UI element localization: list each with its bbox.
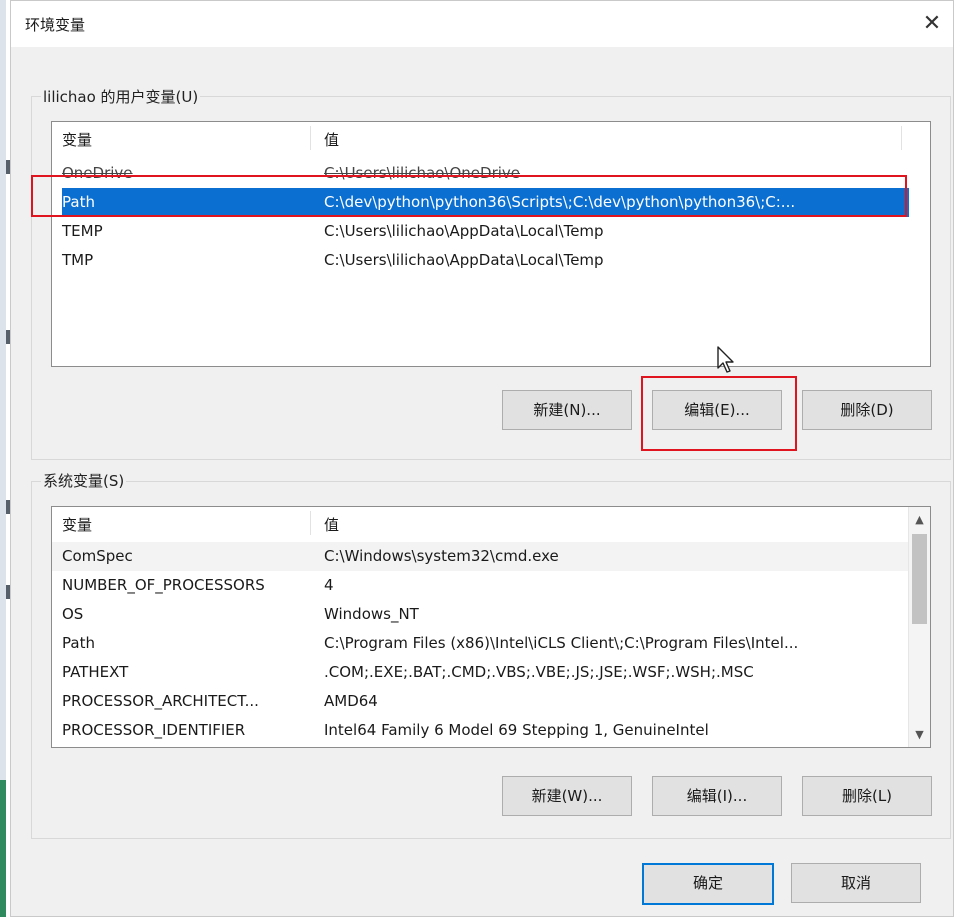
variable-value: 4 [324, 576, 334, 594]
environment-variables-dialog: 环境变量 ✕ lilichao 的用户变量(U) 变量 值 OneDrive C… [10, 0, 954, 917]
variable-name: OS [62, 605, 84, 623]
variable-value: C:\Windows\system32\cmd.exe [324, 547, 559, 565]
variable-name: PROCESSOR_IDENTIFIER [62, 721, 246, 739]
close-icon[interactable]: ✕ [915, 7, 949, 41]
ok-button[interactable]: 确定 [642, 863, 774, 905]
variable-value: .COM;.EXE;.BAT;.CMD;.VBS;.VBE;.JS;.JSE;.… [324, 663, 754, 681]
variable-value: C:\Users\lilichao\AppData\Local\Temp [324, 251, 604, 269]
variable-name: ComSpec [62, 547, 133, 565]
variable-name: Path [62, 634, 95, 652]
system-new-button[interactable]: 新建(W)... [502, 776, 632, 816]
sys-var-row-number-of-processors[interactable]: NUMBER_OF_PROCESSORS 4 [52, 571, 909, 600]
column-header-variable[interactable]: 变量 [62, 129, 92, 150]
variable-value: Windows_NT [324, 605, 419, 623]
variable-name: PROCESSOR_ARCHITECT... [62, 692, 259, 710]
background-window-accent [0, 780, 6, 917]
sys-var-row-pathext[interactable]: PATHEXT .COM;.EXE;.BAT;.CMD;.VBS;.VBE;.J… [52, 658, 909, 687]
user-delete-button[interactable]: 删除(D) [802, 390, 932, 430]
mouse-cursor-icon [717, 346, 734, 373]
column-header-variable[interactable]: 变量 [62, 514, 92, 535]
scroll-up-icon[interactable]: ▲ [909, 509, 930, 530]
dialog-title: 环境变量 [25, 16, 86, 34]
system-edit-button[interactable]: 编辑(I)... [652, 776, 782, 816]
sys-var-row-comspec[interactable]: ComSpec C:\Windows\system32\cmd.exe [52, 542, 909, 571]
variable-name: TMP [62, 251, 94, 269]
column-divider [901, 126, 902, 150]
scroll-thumb[interactable] [912, 534, 927, 624]
annotation-highlight-edit-button [641, 376, 797, 451]
variable-value: Intel64 Family 6 Model 69 Stepping 1, Ge… [324, 721, 709, 739]
variable-value: C:\Program Files (x86)\Intel\iCLS Client… [324, 634, 799, 652]
system-variables-list[interactable]: 变量 值 ComSpec C:\Windows\system32\cmd.exe… [51, 506, 931, 748]
variable-value: C:\Users\lilichao\AppData\Local\Temp [324, 222, 604, 240]
user-var-row-tmp[interactable]: TMP C:\Users\lilichao\AppData\Local\Temp [52, 246, 930, 275]
list-header: 变量 值 [52, 122, 930, 154]
column-divider [310, 511, 311, 535]
cancel-button[interactable]: 取消 [791, 863, 921, 903]
variable-name: NUMBER_OF_PROCESSORS [62, 576, 265, 594]
list-header: 变量 值 [52, 507, 930, 539]
system-variables-label: 系统变量(S) [41, 470, 127, 491]
sys-var-row-processor-identifier[interactable]: PROCESSOR_IDENTIFIER Intel64 Family 6 Mo… [52, 716, 909, 745]
column-header-value[interactable]: 值 [324, 514, 339, 535]
scroll-down-icon[interactable]: ▼ [909, 724, 930, 745]
title-bar[interactable]: 环境变量 ✕ [11, 1, 953, 47]
sys-var-row-os[interactable]: OS Windows_NT [52, 600, 909, 629]
sys-var-row-processor-architecture[interactable]: PROCESSOR_ARCHITECT... AMD64 [52, 687, 909, 716]
variable-name: PATHEXT [62, 663, 129, 681]
column-header-value[interactable]: 值 [324, 129, 339, 150]
user-variables-label: lilichao 的用户变量(U) [41, 86, 201, 107]
column-divider [310, 126, 311, 150]
system-delete-button[interactable]: 删除(L) [802, 776, 932, 816]
variable-name: TEMP [62, 222, 103, 240]
user-new-button[interactable]: 新建(N)... [502, 390, 632, 430]
user-var-row-temp[interactable]: TEMP C:\Users\lilichao\AppData\Local\Tem… [52, 217, 930, 246]
user-variables-list[interactable]: 变量 值 OneDrive C:\Users\lilichao\OneDrive… [51, 121, 931, 367]
annotation-highlight-path-row [31, 175, 907, 217]
variable-value: AMD64 [324, 692, 378, 710]
sys-var-row-path[interactable]: Path C:\Program Files (x86)\Intel\iCLS C… [52, 629, 909, 658]
vertical-scrollbar[interactable]: ▲ ▼ [908, 507, 930, 747]
